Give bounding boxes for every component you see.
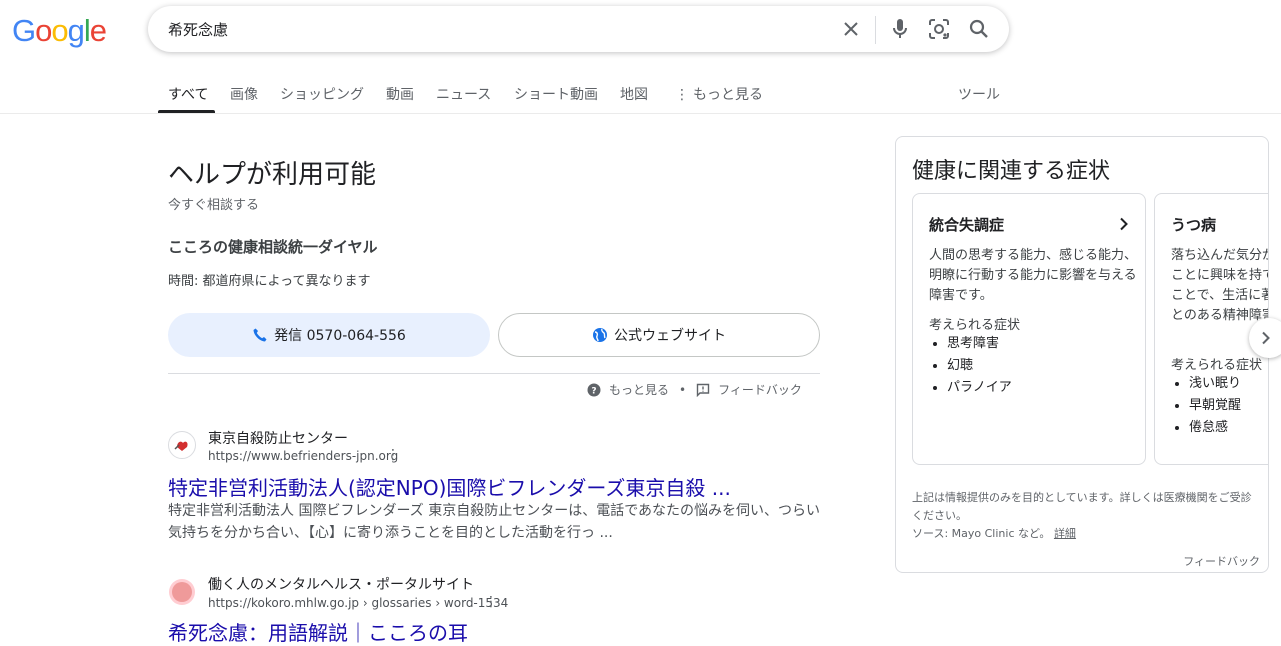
website-label: 公式ウェブサイト (614, 328, 726, 344)
search-divider (875, 16, 876, 44)
details-link[interactable]: 詳細 (1054, 527, 1076, 540)
help-icon: ? (587, 383, 601, 396)
symptom-item: 倦怠感 (1189, 417, 1241, 439)
tab-news[interactable]: ニュース (436, 84, 491, 104)
symptom-item: 早朝覚醒 (1189, 395, 1241, 417)
mental-health-logo-icon (169, 579, 195, 605)
chevron-right-icon[interactable] (1119, 216, 1129, 235)
tab-short-videos[interactable]: ショート動画 (514, 84, 598, 104)
panel-feedback-link[interactable]: フィードバック (1183, 553, 1260, 569)
symptom-item: パラノイア (947, 377, 1012, 399)
website-button[interactable]: 公式ウェブサイト (498, 313, 820, 357)
feedback-link[interactable]: フィードバック (718, 381, 802, 398)
search-box[interactable]: 希死念慮 (148, 6, 1009, 52)
tab-more-label: もっと見る (693, 87, 763, 103)
search-tabs: すべて 画像 ショッピング 動画 ニュース ショート動画 地図 ⋮ もっと見る ツ… (0, 72, 1281, 114)
symptoms-label: 考えられる症状 (1171, 358, 1263, 373)
call-label: 発信 0570-064-556 (274, 328, 406, 344)
tab-maps[interactable]: 地図 (620, 84, 648, 104)
separator-dot: • (679, 382, 687, 397)
active-tab-indicator (158, 110, 215, 113)
panel-title: 健康に関連する症状 (912, 159, 1111, 184)
call-button[interactable]: 発信 0570-064-556 (168, 313, 490, 357)
clear-icon[interactable] (839, 17, 863, 41)
condition-card-schizophrenia[interactable]: 統合失調症 人間の思考する能力、感じる能力、明瞭に行動する能力に影響を与える障害… (912, 193, 1146, 465)
result-url: https://www.befrienders-jpn.org (208, 449, 399, 463)
hotline-name: こころの健康相談統一ダイヤル (168, 238, 378, 256)
result-site-name: 東京自殺防止センター (208, 431, 348, 447)
tab-more[interactable]: ⋮ もっと見る (675, 84, 763, 104)
phone-icon (253, 328, 267, 342)
tab-shopping[interactable]: ショッピング (280, 84, 364, 104)
result-snippet: 特定非営利活動法人 国際ビフレンダーズ 東京自殺防止センターは、電話であなたの悩… (168, 503, 821, 541)
lens-icon[interactable] (927, 17, 951, 41)
symptom-item: 浅い眠り (1189, 373, 1241, 395)
help-title: ヘルプが利用可能 (168, 160, 377, 190)
result-menu-icon[interactable]: ⋮ (386, 447, 400, 463)
help-divider (168, 373, 820, 374)
symptom-list: 浅い眠り 早朝覚醒 倦怠感 (1171, 373, 1241, 439)
tab-tools[interactable]: ツール (958, 84, 1000, 104)
result-url: https://kokoro.mhlw.go.jp › glossaries ›… (208, 596, 509, 610)
logo-letter: g (67, 13, 85, 48)
symptom-item: 思考障害 (947, 333, 1012, 355)
svg-text:?: ? (591, 386, 596, 396)
symptoms-label: 考えられる症状 (929, 318, 1021, 333)
result-menu-icon[interactable]: ⋮ (484, 594, 498, 610)
google-logo[interactable]: Google (12, 13, 107, 49)
more-vert-icon: ⋮ (675, 87, 689, 103)
search-icon[interactable] (967, 17, 991, 41)
disclaimer-text: 上記は情報提供のみを目的としています。詳しくは医療機関をご受診ください。 (912, 491, 1252, 522)
logo-letter: G (12, 13, 36, 48)
globe-icon (593, 328, 607, 342)
result-title-link[interactable]: 希死念慮：用語解説｜こころの耳 (168, 617, 468, 646)
tab-videos[interactable]: 動画 (386, 84, 414, 104)
card-description: 人間の思考する能力、感じる能力、明瞭に行動する能力に影響を与える障害です。 (929, 248, 1138, 303)
symptom-item: 幻聴 (947, 355, 1012, 377)
card-title: 統合失調症 (929, 216, 1005, 234)
result-site-name: 働く人のメンタルヘルス・ポータルサイト (208, 577, 474, 593)
hours-label: 時間 (168, 274, 195, 289)
logo-letter: o (51, 13, 68, 48)
logo-letter: e (89, 13, 107, 48)
result-favicon (168, 431, 196, 459)
help-footer: ? もっと見る • フィードバック (587, 381, 802, 398)
search-input[interactable]: 希死念慮 (168, 19, 228, 40)
result-favicon (168, 578, 196, 606)
befrienders-logo-icon (170, 433, 194, 457)
help-subtitle: 今すぐ相談する (168, 198, 260, 213)
disclaimer: 上記は情報提供のみを目的としています。詳しくは医療機関をご受診ください。 ソース… (912, 489, 1252, 543)
symptom-list: 思考障害 幻聴 パラノイア (929, 333, 1012, 399)
health-knowledge-panel: 健康に関連する症状 統合失調症 人間の思考する能力、感じる能力、明瞭に行動する能… (895, 136, 1269, 573)
carousel-next-button[interactable] (1249, 318, 1281, 358)
hours-value: : 都道府県によって異なります (194, 274, 371, 289)
card-title: うつ病 (1171, 216, 1217, 234)
microphone-icon[interactable] (888, 17, 912, 41)
tab-images[interactable]: 画像 (230, 84, 258, 104)
feedback-icon (696, 383, 710, 397)
more-link[interactable]: もっと見る (609, 381, 669, 398)
source-text: ソース: Mayo Clinic など。 (912, 527, 1051, 540)
result-title-link[interactable]: 特定非営利活動法人(認定NPO)国際ビフレンダーズ東京自殺 ... (168, 472, 731, 501)
source-line: ソース: Mayo Clinic など。 詳細 (912, 525, 1252, 543)
tab-all[interactable]: すべて (168, 84, 208, 104)
logo-letter: o (35, 13, 52, 48)
chevron-right-icon (1262, 331, 1270, 345)
hotline-hours: 時間: 都道府県によって異なります (168, 270, 371, 289)
